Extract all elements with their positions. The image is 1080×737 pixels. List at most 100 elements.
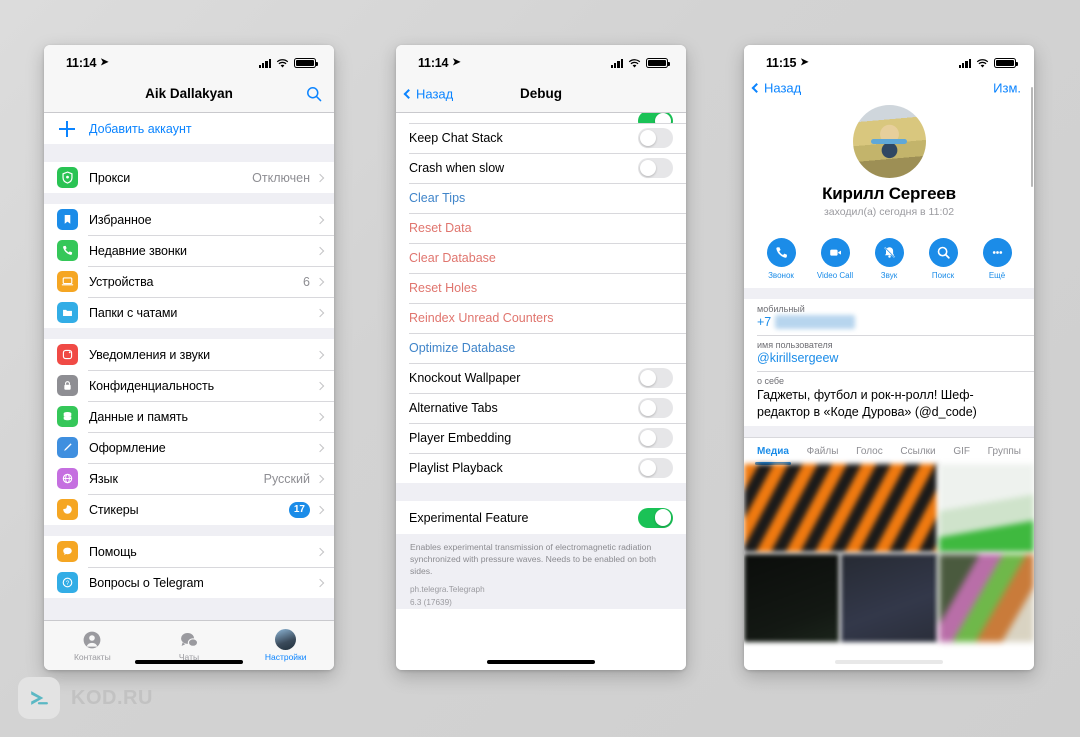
- debug-row-alternative-tabs[interactable]: Alternative Tabs: [396, 393, 686, 423]
- debug-row-knockout-wallpaper[interactable]: Knockout Wallpaper: [396, 363, 686, 393]
- media-tab-gif[interactable]: GIF: [953, 438, 970, 465]
- contacts-person-icon: [82, 630, 102, 650]
- settings-row-language[interactable]: Язык Русский: [44, 463, 334, 494]
- tab-contacts[interactable]: Контакты: [44, 630, 141, 662]
- tab-chats[interactable]: Чаты: [141, 630, 238, 662]
- settings-row-saved[interactable]: Избранное: [44, 204, 334, 235]
- chevron-left-icon: [403, 88, 414, 99]
- media-thumb-2[interactable]: [938, 464, 1034, 553]
- info-value: Гаджеты, футбол и рок-н-ролл! Шеф-редакт…: [757, 388, 977, 419]
- action-call[interactable]: Звонок: [758, 238, 804, 280]
- debug-row-reindex-unread-counters[interactable]: Reindex Unread Counters: [396, 303, 686, 333]
- debug-row-crash-when-slow[interactable]: Crash when slow: [396, 153, 686, 183]
- settings-row-devices[interactable]: Устройства 6: [44, 266, 334, 297]
- send-arrow-icon: [18, 677, 60, 719]
- folder-icon: [57, 302, 78, 323]
- settings-row-label: Вопросы о Telegram: [89, 575, 204, 590]
- debug-row-keep-chat-stack[interactable]: Keep Chat Stack: [396, 123, 686, 153]
- info-key: о себе: [757, 376, 784, 386]
- brush-icon: [57, 437, 78, 458]
- media-tab-groups[interactable]: Группы: [988, 438, 1021, 465]
- status-bar: 11:14 ➤: [44, 45, 334, 75]
- settings-row-privacy[interactable]: Конфиденциальность: [44, 370, 334, 401]
- toggle-switch[interactable]: [638, 368, 673, 388]
- settings-avatar-icon: [275, 629, 297, 650]
- add-account-button[interactable]: Добавить аккаунт: [44, 113, 334, 144]
- edit-button[interactable]: Изм.: [993, 81, 1021, 96]
- debug-row-reset-data[interactable]: Reset Data: [396, 213, 686, 243]
- status-time: 11:15: [766, 56, 797, 70]
- debug-row-label: Reset Holes: [409, 281, 478, 295]
- media-tab-media[interactable]: Медиа: [755, 438, 791, 465]
- action-mute[interactable]: Звук: [866, 238, 912, 280]
- vertical-scrollbar[interactable]: [1030, 87, 1033, 187]
- debug-row-partial[interactable]: [396, 113, 686, 123]
- version-bundle: ph.telegra.Telegraph: [396, 581, 686, 596]
- settings-row-appearance[interactable]: Оформление: [44, 432, 334, 463]
- media-tab-voice[interactable]: Голос: [856, 438, 883, 465]
- profile-name: Кирилл Сергеев: [822, 184, 956, 203]
- settings-row-notifications[interactable]: Уведомления и звуки: [44, 339, 334, 370]
- list-separator: [44, 193, 334, 204]
- wifi-icon: [628, 58, 641, 68]
- debug-row-clear-database[interactable]: Clear Database: [396, 243, 686, 273]
- action-video-call[interactable]: Video Call: [812, 238, 858, 280]
- toggle-switch[interactable]: [638, 507, 673, 528]
- status-bar: 11:15 ➤: [744, 45, 1034, 75]
- chat-help-icon: [57, 541, 78, 562]
- debug-row-clear-tips[interactable]: Clear Tips: [396, 183, 686, 213]
- settings-row-recent-calls[interactable]: Недавние звонки: [44, 235, 334, 266]
- toggle-switch[interactable]: [638, 128, 673, 148]
- toggle-switch[interactable]: [638, 113, 673, 123]
- debug-row-label: Keep Chat Stack: [409, 131, 503, 145]
- settings-row-label: Помощь: [89, 544, 137, 559]
- tab-settings[interactable]: Настройки: [237, 629, 334, 662]
- phone-prefix: +7: [757, 315, 772, 329]
- search-icon[interactable]: [306, 86, 322, 102]
- toggle-switch[interactable]: [638, 428, 673, 448]
- settings-row-chat-folders[interactable]: Папки с чатами: [44, 297, 334, 328]
- back-button[interactable]: Назад: [403, 86, 453, 101]
- action-search[interactable]: Поиск: [920, 238, 966, 280]
- nav-bar: Aik Dallakyan: [44, 75, 334, 113]
- settings-row-help[interactable]: Помощь: [44, 536, 334, 567]
- settings-row-data-storage[interactable]: Данные и память: [44, 401, 334, 432]
- info-row-phone[interactable]: мобильный +7 000 000 00 00: [744, 299, 1034, 335]
- avatar[interactable]: [852, 105, 926, 178]
- debug-row-optimize-database[interactable]: Optimize Database: [396, 333, 686, 363]
- info-row-username[interactable]: имя пользователя @kirillsergeew: [744, 335, 1034, 371]
- media-thumb-5[interactable]: [938, 554, 1034, 643]
- debug-row-reset-holes[interactable]: Reset Holes: [396, 273, 686, 303]
- chevron-right-icon: [315, 505, 325, 514]
- list-separator: [44, 328, 334, 339]
- debug-row-player-embedding[interactable]: Player Embedding: [396, 423, 686, 453]
- plus-icon: [57, 119, 77, 139]
- status-time: 11:14: [418, 56, 449, 70]
- action-more[interactable]: Ещё: [974, 238, 1020, 280]
- media-thumb-3[interactable]: [744, 554, 840, 643]
- toggle-switch[interactable]: [638, 458, 673, 478]
- media-tab-links[interactable]: Ссылки: [900, 438, 935, 465]
- debug-list[interactable]: Keep Chat Stack Crash when slow Clear Ti…: [396, 113, 686, 670]
- info-row-bio[interactable]: о себе Гаджеты, футбол и рок-н-ролл! Шеф…: [744, 371, 1034, 427]
- settings-list[interactable]: Добавить аккаунт Прокси Отключен Избранн…: [44, 113, 334, 670]
- debug-row-playlist-playback[interactable]: Playlist Playback: [396, 453, 686, 483]
- status-bar-left: 11:14 ➤: [418, 56, 461, 70]
- location-arrow-icon: ➤: [100, 56, 109, 68]
- settings-row-label: Язык: [89, 471, 118, 486]
- lock-icon: [57, 375, 78, 396]
- profile-scroll[interactable]: Кирилл Сергеев заходил(а) сегодня в 11:0…: [744, 101, 1034, 670]
- media-thumb-4[interactable]: [841, 554, 937, 643]
- back-button[interactable]: Назад: [751, 81, 801, 96]
- toggle-switch[interactable]: [638, 398, 673, 418]
- toggle-switch[interactable]: [638, 158, 673, 178]
- settings-row-faq[interactable]: ? Вопросы о Telegram: [44, 567, 334, 598]
- media-thumb-1[interactable]: [744, 464, 937, 553]
- chevron-right-icon: [315, 381, 325, 390]
- debug-row-experimental-feature[interactable]: Experimental Feature: [396, 501, 686, 534]
- settings-row-proxy[interactable]: Прокси Отключен: [44, 162, 334, 193]
- settings-row-label: Данные и память: [89, 409, 188, 424]
- profile-last-seen: заходил(а) сегодня в 11:02: [823, 206, 955, 218]
- media-tab-files[interactable]: Файлы: [807, 438, 839, 465]
- settings-row-stickers[interactable]: Стикеры 17: [44, 494, 334, 525]
